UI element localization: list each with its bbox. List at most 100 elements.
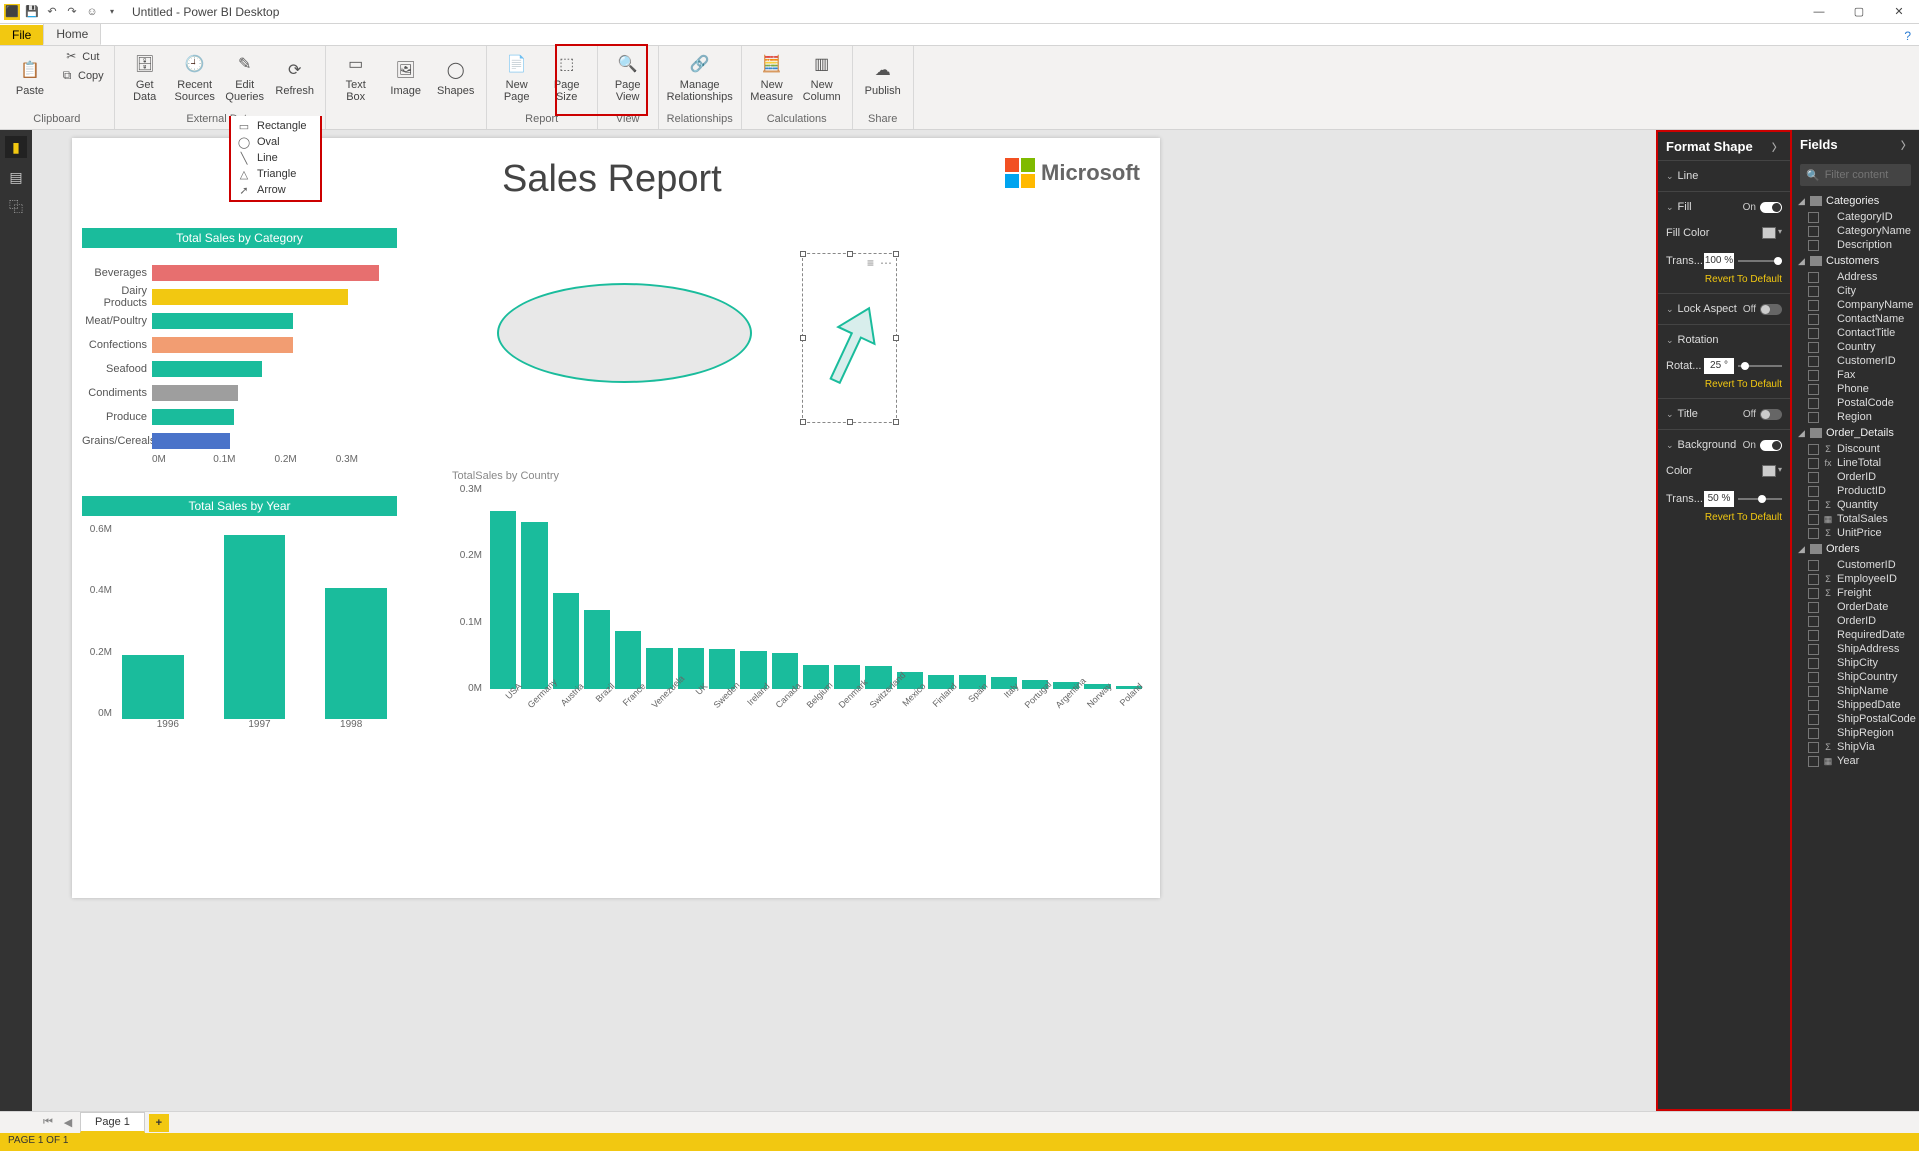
fields-search-input[interactable] <box>1825 169 1919 181</box>
shape-triangle[interactable]: △Triangle <box>231 166 320 182</box>
field-requireddate[interactable]: RequiredDate <box>1792 628 1919 642</box>
nav-data-icon[interactable]: ▤ <box>5 166 27 188</box>
add-page-button[interactable]: + <box>149 1114 169 1132</box>
format-rotation[interactable]: Rotation <box>1678 334 1719 346</box>
fill-revert[interactable]: Revert To Default <box>1666 271 1782 288</box>
field-customerid[interactable]: CustomerID <box>1792 354 1919 368</box>
field-orderid[interactable]: OrderID <box>1792 614 1919 628</box>
nav-report-icon[interactable]: ▮ <box>5 136 27 158</box>
new-column-button[interactable]: ▥New Column <box>798 48 846 108</box>
field-phone[interactable]: Phone <box>1792 382 1919 396</box>
field-city[interactable]: City <box>1792 284 1919 298</box>
bg-trans-slider[interactable] <box>1738 498 1782 500</box>
field-employeeid[interactable]: ΣEmployeeID <box>1792 572 1919 586</box>
undo-icon[interactable]: ↶ <box>44 4 60 20</box>
fill-trans-value[interactable]: 100 % <box>1704 253 1734 269</box>
field-region[interactable]: Region <box>1792 410 1919 424</box>
field-shipregion[interactable]: ShipRegion <box>1792 726 1919 740</box>
field-contactname[interactable]: ContactName <box>1792 312 1919 326</box>
shape-oval-instance[interactable] <box>497 283 752 383</box>
field-discount[interactable]: ΣDiscount <box>1792 442 1919 456</box>
table-orders[interactable]: ◢Orders <box>1792 540 1919 558</box>
field-shipcity[interactable]: ShipCity <box>1792 656 1919 670</box>
field-orderid[interactable]: OrderID <box>1792 470 1919 484</box>
smile-icon[interactable]: ☺ <box>84 4 100 20</box>
field-shippostalcode[interactable]: ShipPostalCode <box>1792 712 1919 726</box>
field-shippeddate[interactable]: ShippedDate <box>1792 698 1919 712</box>
page-first-icon[interactable]: ⏮ <box>40 1116 56 1129</box>
refresh-button[interactable]: ⟳Refresh <box>271 48 319 108</box>
field-freight[interactable]: ΣFreight <box>1792 586 1919 600</box>
format-fill[interactable]: Fill <box>1678 201 1692 213</box>
field-unitprice[interactable]: ΣUnitPrice <box>1792 526 1919 540</box>
field-year[interactable]: ▦Year <box>1792 754 1919 768</box>
fields-search[interactable]: 🔍 <box>1800 164 1911 186</box>
rotation-revert[interactable]: Revert To Default <box>1666 376 1782 393</box>
copy-button[interactable]: ⧉Copy <box>56 67 108 85</box>
window-minimize[interactable]: — <box>1799 0 1839 24</box>
rotation-slider[interactable] <box>1738 365 1782 367</box>
save-icon[interactable]: 💾 <box>24 4 40 20</box>
help-icon[interactable]: ? <box>1896 27 1919 45</box>
field-productid[interactable]: ProductID <box>1792 484 1919 498</box>
get-data-button[interactable]: 🗄Get Data <box>121 48 169 108</box>
field-companyname[interactable]: CompanyName <box>1792 298 1919 312</box>
field-fax[interactable]: Fax <box>1792 368 1919 382</box>
tab-file[interactable]: File <box>0 25 43 45</box>
relationships-button[interactable]: 🔗Manage Relationships <box>665 48 735 108</box>
collapse-icon[interactable]: 〉 <box>1772 139 1782 154</box>
image-button[interactable]: 🖼Image <box>382 48 430 108</box>
chart-sales-by-year[interactable]: Total Sales by Year 0.6M0.4M0.2M0M 19961… <box>82 496 397 739</box>
report-page[interactable]: Sales Report Microsoft Total Sales by Ca… <box>72 138 1160 898</box>
fields-collapse-icon[interactable]: 〉 <box>1901 137 1911 152</box>
chart-sales-by-category[interactable]: Total Sales by Category BeveragesDairy P… <box>82 228 397 465</box>
field-customerid[interactable]: CustomerID <box>1792 558 1919 572</box>
bg-revert[interactable]: Revert To Default <box>1666 509 1782 526</box>
shape-arrow[interactable]: ➚Arrow <box>231 182 320 198</box>
field-shipvia[interactable]: ΣShipVia <box>1792 740 1919 754</box>
format-title[interactable]: Title <box>1678 408 1698 420</box>
field-linetotal[interactable]: fxLineTotal <box>1792 456 1919 470</box>
table-customers[interactable]: ◢Customers <box>1792 252 1919 270</box>
field-orderdate[interactable]: OrderDate <box>1792 600 1919 614</box>
field-categoryid[interactable]: CategoryID <box>1792 210 1919 224</box>
bg-toggle[interactable] <box>1760 440 1782 451</box>
new-page-button[interactable]: 📄New Page <box>493 48 541 108</box>
field-postalcode[interactable]: PostalCode <box>1792 396 1919 410</box>
paste-button[interactable]: 📋Paste <box>6 48 54 108</box>
format-bg[interactable]: Background <box>1678 439 1737 451</box>
field-address[interactable]: Address <box>1792 270 1919 284</box>
canvas-area[interactable]: Sales Report Microsoft Total Sales by Ca… <box>32 130 1656 1111</box>
shape-rectangle[interactable]: ▭Rectangle <box>231 118 320 134</box>
shapes-button[interactable]: ◯Shapes <box>432 48 480 108</box>
chart-sales-by-country[interactable]: TotalSales by Country 0.3M0.2M0.1M0M USA… <box>452 468 1142 714</box>
format-line[interactable]: Line <box>1678 170 1699 182</box>
shape-line[interactable]: ╲Line <box>231 150 320 166</box>
page-prev-icon[interactable]: ◀ <box>60 1116 76 1129</box>
field-shipaddress[interactable]: ShipAddress <box>1792 642 1919 656</box>
field-shipcountry[interactable]: ShipCountry <box>1792 670 1919 684</box>
redo-icon[interactable]: ↷ <box>64 4 80 20</box>
cut-button[interactable]: ✂Cut <box>56 48 108 66</box>
field-totalsales[interactable]: ▦TotalSales <box>1792 512 1919 526</box>
fill-trans-slider[interactable] <box>1738 260 1782 262</box>
new-measure-button[interactable]: 🧮New Measure <box>748 48 796 108</box>
window-close[interactable]: ✕ <box>1879 0 1919 24</box>
page-size-button[interactable]: ⬚Page Size <box>543 48 591 108</box>
shape-arrow-selected[interactable]: ≡⋯ <box>802 253 897 423</box>
table-categories[interactable]: ◢Categories <box>1792 192 1919 210</box>
window-maximize[interactable]: ▢ <box>1839 0 1879 24</box>
bg-trans-value[interactable]: 50 % <box>1704 491 1734 507</box>
field-quantity[interactable]: ΣQuantity <box>1792 498 1919 512</box>
field-categoryname[interactable]: CategoryName <box>1792 224 1919 238</box>
format-lock[interactable]: Lock Aspect <box>1678 303 1737 315</box>
tab-home[interactable]: Home <box>43 23 101 45</box>
recent-sources-button[interactable]: 🕘Recent Sources <box>171 48 219 108</box>
page-view-button[interactable]: 🔍Page View <box>604 48 652 108</box>
table-order_details[interactable]: ◢Order_Details <box>1792 424 1919 442</box>
page-tab-1[interactable]: Page 1 <box>80 1112 145 1133</box>
shape-oval[interactable]: ◯Oval <box>231 134 320 150</box>
drag-handle-icon[interactable]: ≡ <box>867 256 874 270</box>
textbox-button[interactable]: ▭Text Box <box>332 48 380 108</box>
edit-queries-button[interactable]: ✎Edit Queries <box>221 48 269 108</box>
